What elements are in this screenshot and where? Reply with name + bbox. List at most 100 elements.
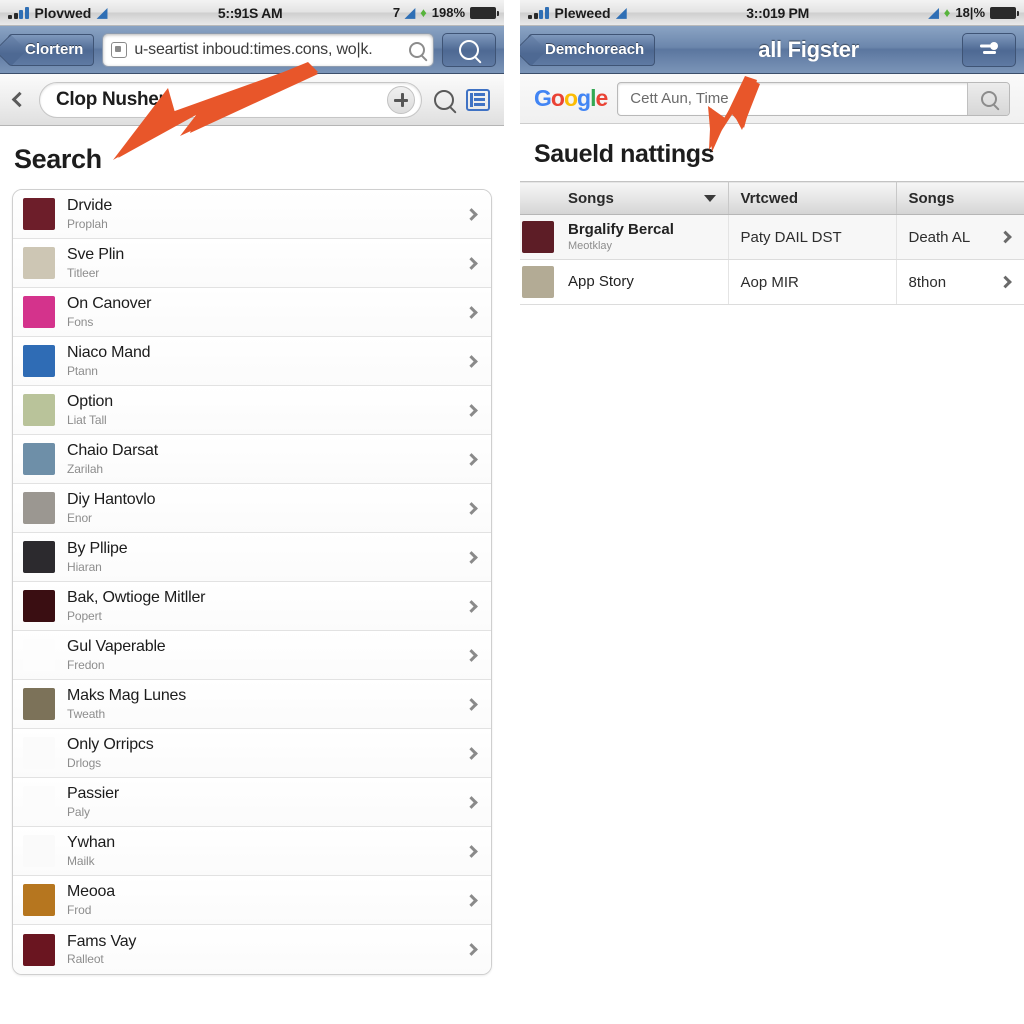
list-item-title: Drvide — [67, 197, 113, 215]
list-item-text: Passier Paly — [67, 785, 455, 818]
row-title: App Story — [568, 272, 634, 290]
screenshot-stage: Plovwed ◢ 5::91S AM 7 ◢ ♦ 19⁠8% Clortern… — [0, 0, 1024, 1024]
list-item[interactable]: Niaco Mand Ptann — [13, 337, 491, 386]
list-item-title: Passier — [67, 785, 119, 803]
list-item[interactable]: On Canover Fons — [13, 288, 491, 337]
left-status-right: 7 ◢ ♦ 19⁠8% — [393, 5, 499, 20]
wifi-icon: ◢ — [616, 5, 627, 20]
list-item-text: Bak, Owtioge Mitller Popert — [67, 589, 455, 622]
table-row[interactable]: App Story Aop MIR 8thon — [520, 259, 1024, 305]
list-item-thumbnail — [23, 541, 55, 573]
list-item-subtitle: Enor — [67, 510, 92, 525]
list-item[interactable]: By Pllipe Hiaran — [13, 533, 491, 582]
list-item[interactable]: Chaio Darsat Zarilah — [13, 435, 491, 484]
search-results-list: Drvide Proplah Sve Plin Titleer On Canover Fo… — [12, 189, 492, 975]
list-item-text: Chaio Darsat Zarilah — [67, 442, 455, 475]
left-status-bar: Plovwed ◢ 5::91S AM 7 ◢ ♦ 19⁠8% — [0, 0, 504, 26]
list-item[interactable]: Option Liat Tall — [13, 386, 491, 435]
list-item[interactable]: Diy Hantovlo Enor — [13, 484, 491, 533]
wifi-icon-2: ◢ — [928, 5, 939, 20]
charging-bolt-icon: ♦ — [420, 5, 427, 20]
table-column-header[interactable]: Songs — [556, 181, 729, 215]
list-item-text: Only Orripcs Drlogs — [67, 736, 455, 769]
back-button[interactable]: Clortern — [8, 33, 95, 66]
search-icon — [459, 39, 479, 60]
search-icon[interactable] — [409, 41, 425, 58]
carrier-label: Pleweed — [554, 4, 611, 21]
table-row[interactable]: Brgalify Bercal Meotklay Paty DAIL DST Deat… — [520, 214, 1024, 260]
search-icon[interactable] — [434, 89, 454, 110]
list-item-text: Niaco Mand Ptann — [67, 344, 455, 377]
list-item[interactable]: Meooa Frod — [13, 876, 491, 925]
list-item-thumbnail — [23, 394, 55, 426]
google-search-bar: Google Cett Aun, Time — [520, 74, 1024, 124]
battery-icon — [990, 6, 1019, 19]
list-item-thumbnail — [23, 884, 55, 916]
left-status-left: Plovwed ◢ — [8, 5, 107, 21]
right-status-left: Pleweed ◢ — [528, 5, 627, 21]
filter-button[interactable] — [962, 32, 1016, 67]
table-cell-col3: 8thon — [896, 259, 1024, 305]
chevron-right-icon — [465, 943, 478, 956]
table-column-header[interactable]: Vrtcwed — [728, 181, 897, 215]
chevron-right-icon — [465, 893, 478, 907]
chevron-right-icon — [465, 403, 478, 417]
signal-bars-icon — [8, 6, 29, 19]
list-item-thumbnail — [23, 492, 55, 524]
list-item-thumbnail — [23, 198, 55, 230]
list-item[interactable]: Ywhan Mailk — [13, 827, 491, 876]
page-title: Search — [14, 144, 102, 174]
chevron-right-icon — [465, 795, 478, 809]
list-item-thumbnail — [23, 247, 55, 279]
chevron-right-icon[interactable] — [998, 230, 1012, 244]
list-item[interactable]: Passier Paly — [13, 778, 491, 827]
table-column-label: Songs — [908, 189, 955, 207]
table-cell-col2: Aop MIR — [728, 259, 897, 305]
table-column-label: Vrtcwed — [740, 189, 799, 207]
chevron-left-icon[interactable] — [11, 91, 28, 108]
list-item[interactable]: Only Orripcs Drlogs — [13, 729, 491, 778]
list-item-subtitle: Proplah — [67, 216, 108, 231]
nav-search-button[interactable] — [442, 32, 496, 67]
reader-list-icon[interactable] — [466, 88, 490, 111]
list-item[interactable]: Fams Vay Ralleot — [13, 925, 491, 974]
right-status-right: ◢ ♦ 18|% — [928, 5, 1019, 20]
list-item-text: Gul Vaperable Fredon — [67, 638, 455, 671]
google-search-button[interactable] — [967, 82, 1009, 115]
chevron-right-icon — [465, 256, 478, 270]
list-item[interactable]: Drvide Proplah — [13, 190, 491, 239]
list-item-title: On Canover — [67, 295, 152, 313]
google-search-input[interactable]: Cett Aun, Time — [617, 81, 1010, 116]
chevron-right-icon — [465, 599, 478, 613]
chevron-right-icon[interactable] — [998, 275, 1012, 289]
list-item-subtitle: Drlogs — [67, 755, 102, 770]
list-item-subtitle: Fons — [67, 314, 94, 329]
table-column-header[interactable]: Songs — [896, 181, 1024, 215]
google-search-text: Cett Aun, Time — [630, 90, 729, 107]
list-item[interactable]: Bak, Owtioge Mitller Popert — [13, 582, 491, 631]
section-title: Saueld nattings — [534, 140, 715, 168]
caret-down-icon[interactable] — [703, 194, 716, 202]
table-col-thumbnail — [520, 181, 556, 215]
list-item[interactable]: Sve Plin Titleer — [13, 239, 491, 288]
chevron-right-icon — [465, 501, 478, 515]
list-item[interactable]: Maks Mag Lunes Tweath — [13, 680, 491, 729]
title-field[interactable]: Clop Nusher — [39, 81, 422, 118]
chevron-right-icon — [465, 305, 478, 319]
chevron-right-icon — [465, 844, 478, 858]
list-item-text: Option Liat Tall — [67, 393, 455, 426]
table-cell-title: Brgalify Bercal Meotklay — [556, 214, 729, 260]
filter-sliders-icon — [980, 41, 998, 54]
url-input[interactable]: u-seartist inboud:times.cons, wo|k. — [102, 32, 434, 67]
back-button[interactable]: Demchoreach — [528, 33, 656, 66]
left-sub-toolbar: Clop Nusher — [0, 74, 504, 126]
list-item-title: Meooa — [67, 883, 115, 901]
list-item[interactable]: Gul Vaperable Fredon — [13, 631, 491, 680]
nav-title: all Figster — [758, 36, 859, 62]
list-item-text: Maks Mag Lunes Tweath — [67, 687, 455, 720]
list-item-thumbnail — [23, 688, 55, 720]
list-item-subtitle: Ptann — [67, 363, 98, 378]
right-phone-panel: Pleweed ◢ 3::019 PM ◢ ♦ 18|% Demchoreach… — [520, 0, 1024, 1024]
plus-circle-icon[interactable] — [387, 85, 415, 114]
battery-percent-label: 18|% — [955, 5, 985, 20]
